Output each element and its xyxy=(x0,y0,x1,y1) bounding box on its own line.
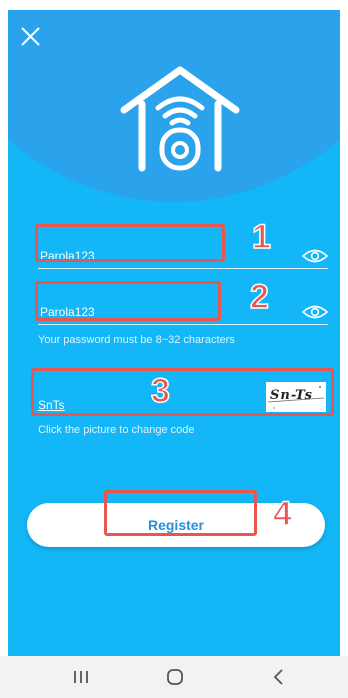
annotation-box-1 xyxy=(35,224,225,262)
annotation-box-4 xyxy=(104,490,257,536)
back-icon[interactable] xyxy=(268,667,290,687)
home-icon[interactable] xyxy=(164,667,186,687)
captcha-hint: Click the picture to change code xyxy=(38,424,195,436)
system-nav-bar xyxy=(0,656,348,698)
home-wifi-camera-icon xyxy=(118,64,242,174)
register-screen: Parola123 Parola123 Your password must b… xyxy=(8,10,340,656)
annotation-box-3 xyxy=(31,368,334,416)
recent-apps-icon[interactable] xyxy=(70,667,92,687)
close-button[interactable] xyxy=(18,24,44,50)
annotation-number-1: 1 xyxy=(251,218,271,256)
annotation-number-4: 4 xyxy=(272,495,292,533)
annotation-box-2 xyxy=(35,281,221,321)
eye-icon[interactable] xyxy=(302,248,328,264)
password-hint: Your password must be 8~32 characters xyxy=(38,334,235,346)
annotation-number-2: 2 xyxy=(249,278,269,316)
password-underline xyxy=(38,268,328,269)
confirm-password-underline xyxy=(38,324,328,325)
eye-icon[interactable] xyxy=(302,304,328,320)
close-icon xyxy=(21,27,40,46)
annotation-number-3: 3 xyxy=(150,372,170,410)
